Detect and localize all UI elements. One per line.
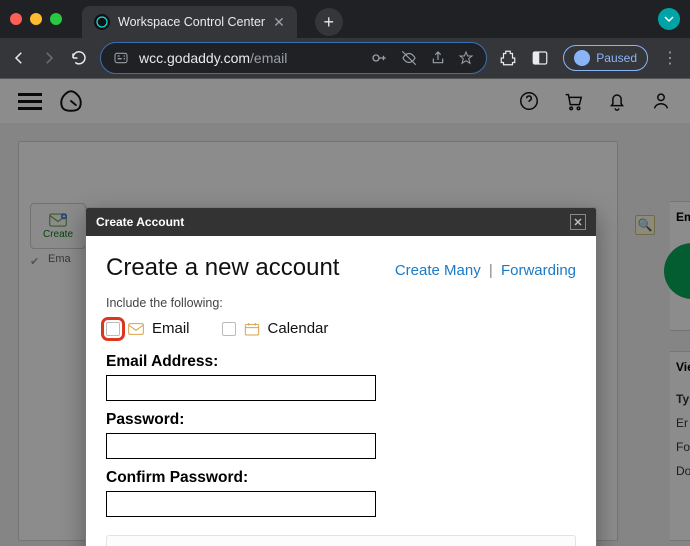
include-email-option: Email <box>106 320 190 337</box>
modal-title: Create a new account <box>106 254 339 282</box>
back-icon[interactable] <box>10 49 28 67</box>
modal-links: Create Many | Forwarding <box>395 262 576 279</box>
include-calendar-label: Calendar <box>268 320 329 337</box>
extensions-icon[interactable] <box>499 49 517 67</box>
modal-header: Create Account ✕ <box>86 208 596 236</box>
email-address-input[interactable] <box>106 375 376 401</box>
url-bar[interactable]: wcc.godaddy.com/email <box>100 42 487 74</box>
include-email-checkbox[interactable] <box>106 322 120 336</box>
chrome-menu-icon[interactable]: ⋮ <box>662 48 680 68</box>
forwarding-link[interactable]: Forwarding <box>501 262 576 279</box>
create-account-modal: Create Account ✕ Create a new account Cr… <box>85 207 597 546</box>
close-window-icon[interactable] <box>10 13 22 25</box>
include-label: Include the following: <box>106 296 576 310</box>
tab-title: Workspace Control Center <box>118 15 265 29</box>
new-tab-button[interactable]: + <box>315 8 343 36</box>
browser-titlebar: Workspace Control Center ✕ + <box>0 0 690 38</box>
url-text: wcc.godaddy.com/email <box>139 50 287 66</box>
email-address-label: Email Address: <box>106 353 576 371</box>
reload-icon[interactable] <box>70 49 88 67</box>
browser-toolbar: wcc.godaddy.com/email Paused ⋮ <box>0 38 690 78</box>
forward-icon[interactable] <box>40 49 58 67</box>
envelope-icon <box>128 321 144 337</box>
password-label: Password: <box>106 411 576 429</box>
mac-window-controls <box>10 13 62 25</box>
fullscreen-window-icon[interactable] <box>50 13 62 25</box>
share-icon[interactable] <box>430 50 446 66</box>
bookmark-star-icon[interactable] <box>458 50 474 66</box>
create-many-link[interactable]: Create Many <box>395 262 481 279</box>
tab-favicon <box>94 14 110 30</box>
site-info-icon[interactable] <box>113 50 129 66</box>
confirm-password-label: Confirm Password: <box>106 469 576 487</box>
urlbar-actions <box>370 49 474 67</box>
tab-close-icon[interactable]: ✕ <box>273 14 285 31</box>
confirm-password-input[interactable] <box>106 491 376 517</box>
include-email-label: Email <box>152 320 190 337</box>
minimize-window-icon[interactable] <box>30 13 42 25</box>
toolbar-right: Paused ⋮ <box>499 45 680 71</box>
calendar-icon <box>244 321 260 337</box>
profile-paused-chip[interactable]: Paused <box>563 45 648 71</box>
side-panel-icon[interactable] <box>531 49 549 67</box>
window-dropdown-icon[interactable] <box>658 8 680 30</box>
page-viewport: WS Create ✔ Ema 🔍 Em Vie Typ Er Fo Don C… <box>0 78 690 546</box>
password-input[interactable] <box>106 433 376 459</box>
modal-header-title: Create Account <box>96 215 184 229</box>
modal-close-icon[interactable]: ✕ <box>570 214 586 230</box>
additional-options-box: − Hide additional options Email Calendar… <box>106 535 576 546</box>
password-key-icon[interactable] <box>370 49 388 67</box>
browser-tab-active[interactable]: Workspace Control Center ✕ <box>82 6 297 38</box>
incognito-eye-off-icon[interactable] <box>400 49 418 67</box>
profile-avatar-icon <box>574 50 590 66</box>
include-calendar-option: Calendar <box>222 320 329 337</box>
titlebar-right <box>658 8 680 30</box>
include-calendar-checkbox[interactable] <box>222 322 236 336</box>
